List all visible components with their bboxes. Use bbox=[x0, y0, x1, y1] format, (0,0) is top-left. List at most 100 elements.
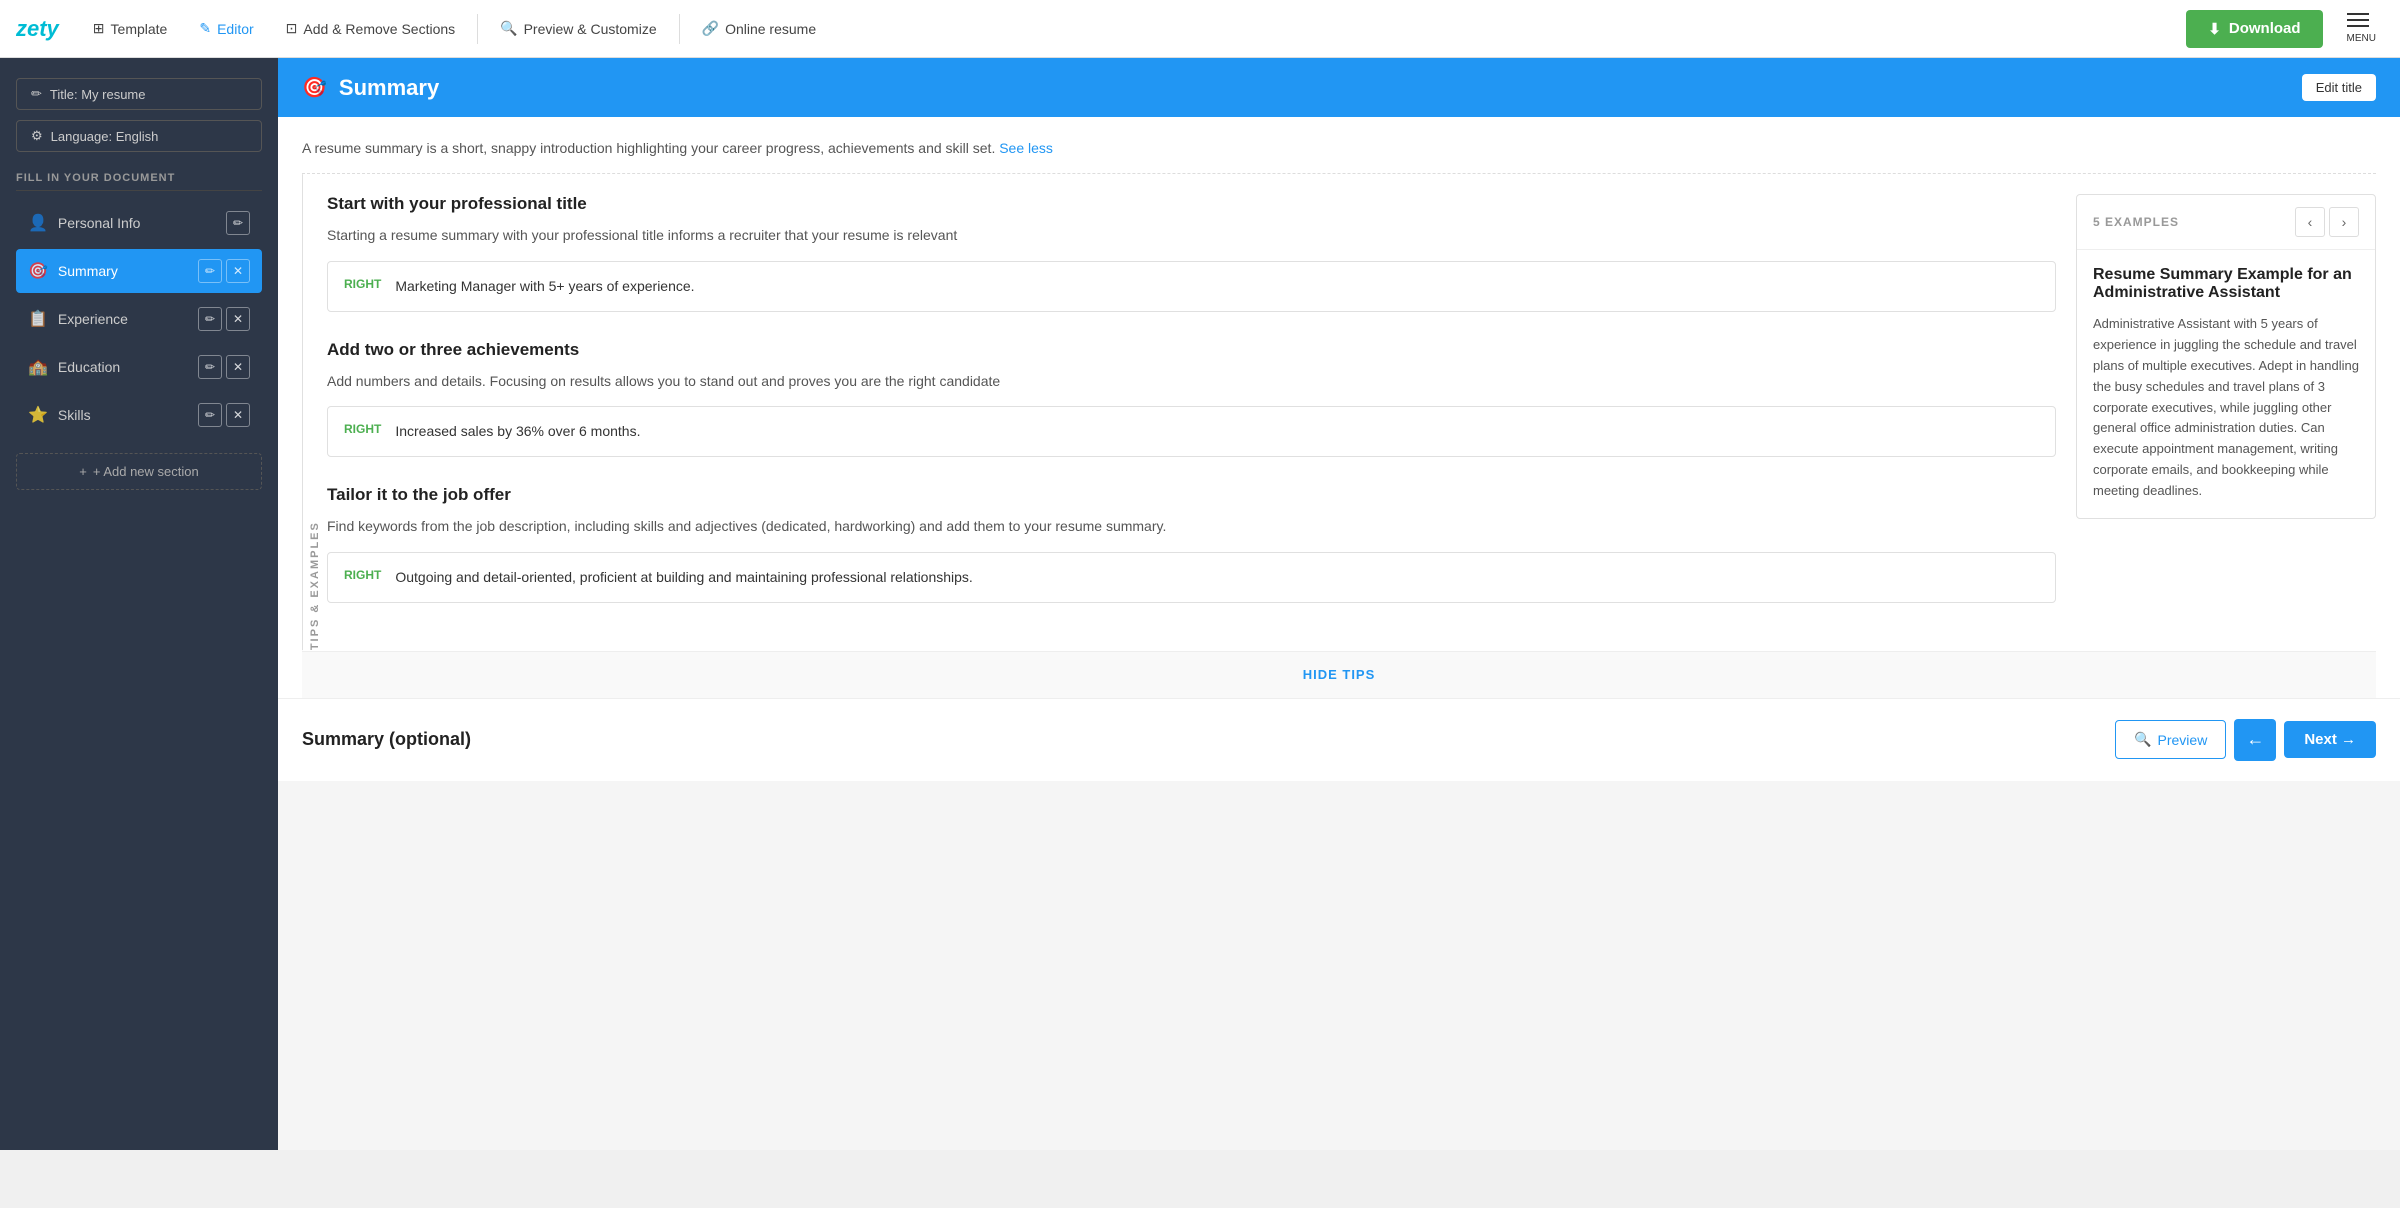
tip-1-example-box: RIGHT Marketing Manager with 5+ years of… bbox=[327, 261, 2056, 312]
examples-header: 5 EXAMPLES ‹ › bbox=[2077, 195, 2375, 250]
main-layout: ✏ Title: My resume ⚙ Language: English F… bbox=[0, 58, 2400, 1150]
tip-3-description: Find keywords from the job description, … bbox=[327, 515, 2056, 537]
skills-icon: ⭐ bbox=[28, 405, 48, 425]
back-button[interactable]: ← bbox=[2234, 719, 2276, 761]
experience-delete-btn[interactable]: ✕ bbox=[226, 307, 250, 331]
next-button[interactable]: Next → bbox=[2284, 721, 2376, 758]
examples-next-button[interactable]: › bbox=[2329, 207, 2359, 237]
section-title: Summary bbox=[339, 75, 2290, 101]
education-edit-btn[interactable]: ✏ bbox=[198, 355, 222, 379]
preview-label: Preview bbox=[2158, 732, 2208, 748]
education-actions: ✏ ✕ bbox=[198, 355, 250, 379]
tip-2-heading: Add two or three achievements bbox=[327, 340, 2056, 360]
skills-edit-btn[interactable]: ✏ bbox=[198, 403, 222, 427]
bottom-section: Summary (optional) 🔍 Preview ← Next → bbox=[278, 698, 2400, 781]
title-button-label: Title: My resume bbox=[50, 87, 146, 102]
examples-count: 5 EXAMPLES bbox=[2093, 215, 2179, 229]
experience-label: Experience bbox=[58, 311, 188, 327]
nav-template-label: Template bbox=[111, 21, 168, 37]
personal-info-icon: 👤 bbox=[28, 213, 48, 233]
examples-panel: 5 EXAMPLES ‹ › Resume Summary Example fo… bbox=[2076, 194, 2376, 518]
section-header-icon: 🎯 bbox=[302, 75, 327, 100]
content-area: 🎯 Summary Edit title A resume summary is… bbox=[278, 58, 2400, 1150]
tip-1-description: Starting a resume summary with your prof… bbox=[327, 224, 2056, 246]
sidebar-controls: ✏ Title: My resume ⚙ Language: English bbox=[16, 78, 262, 152]
add-remove-icon: ⊡ bbox=[286, 20, 298, 37]
back-arrow-icon: ← bbox=[2246, 729, 2264, 750]
preview-icon: 🔍 bbox=[500, 20, 517, 37]
summary-label: Summary bbox=[58, 263, 188, 279]
bottom-actions: 🔍 Preview ← Next → bbox=[2115, 719, 2376, 761]
nav-add-remove[interactable]: ⊡ Add & Remove Sections bbox=[272, 14, 469, 43]
tips-examples-label: TIPS & EXAMPLES bbox=[302, 174, 327, 650]
summary-actions: ✏ ✕ bbox=[198, 259, 250, 283]
experience-actions: ✏ ✕ bbox=[198, 307, 250, 331]
nav-preview-customize[interactable]: 🔍 Preview & Customize bbox=[486, 14, 670, 43]
title-pencil-icon: ✏ bbox=[31, 86, 42, 102]
nav-editor[interactable]: ✎ Editor bbox=[185, 14, 267, 43]
title-button[interactable]: ✏ Title: My resume bbox=[16, 78, 262, 110]
add-icon: + bbox=[79, 464, 87, 479]
examples-prev-button[interactable]: ‹ bbox=[2295, 207, 2325, 237]
personal-info-edit-btn[interactable]: ✏ bbox=[226, 211, 250, 235]
tip-1-example-text: Marketing Manager with 5+ years of exper… bbox=[395, 276, 694, 297]
section-optional-title: Summary (optional) bbox=[302, 729, 471, 750]
sidebar: ✏ Title: My resume ⚙ Language: English F… bbox=[0, 58, 278, 1150]
sidebar-item-skills[interactable]: ⭐ Skills ✏ ✕ bbox=[16, 393, 262, 437]
sidebar-item-summary[interactable]: 🎯 Summary ✏ ✕ bbox=[16, 249, 262, 293]
menu-label: MENU bbox=[2347, 33, 2376, 44]
menu-button[interactable]: MENU bbox=[2339, 5, 2384, 52]
example-text: Administrative Assistant with 5 years of… bbox=[2093, 314, 2359, 501]
personal-info-label: Personal Info bbox=[58, 215, 216, 231]
top-navigation: zety ⊞ Template ✎ Editor ⊡ Add & Remove … bbox=[0, 0, 2400, 58]
skills-delete-btn[interactable]: ✕ bbox=[226, 403, 250, 427]
example-title: Resume Summary Example for an Administra… bbox=[2093, 266, 2359, 302]
nav-preview-label: Preview & Customize bbox=[524, 21, 657, 37]
experience-edit-btn[interactable]: ✏ bbox=[198, 307, 222, 331]
link-icon: 🔗 bbox=[702, 20, 719, 37]
edit-title-button[interactable]: Edit title bbox=[2302, 74, 2376, 101]
education-label: Education bbox=[58, 359, 188, 375]
tip-block-1: Start with your professional title Start… bbox=[327, 194, 2056, 311]
next-label: Next → bbox=[2304, 731, 2356, 748]
education-icon: 🏫 bbox=[28, 357, 48, 377]
preview-search-icon: 🔍 bbox=[2134, 731, 2151, 748]
education-delete-btn[interactable]: ✕ bbox=[226, 355, 250, 379]
language-button[interactable]: ⚙ Language: English bbox=[16, 120, 262, 152]
download-icon: ⬇ bbox=[2208, 20, 2221, 38]
tip-2-example-box: RIGHT Increased sales by 36% over 6 mont… bbox=[327, 406, 2056, 457]
tip-block-3: Tailor it to the job offer Find keywords… bbox=[327, 485, 2056, 602]
nav-template[interactable]: ⊞ Template bbox=[79, 14, 182, 43]
add-section-label: + Add new section bbox=[93, 464, 199, 479]
download-button[interactable]: ⬇ Download bbox=[2186, 10, 2322, 48]
hide-tips-button[interactable]: HIDE TIPS bbox=[1303, 667, 1376, 682]
tip-3-badge: RIGHT bbox=[344, 567, 381, 582]
tips-sidebar: 5 EXAMPLES ‹ › Resume Summary Example fo… bbox=[2056, 174, 2376, 650]
nav-divider-2 bbox=[679, 14, 680, 44]
sidebar-item-experience[interactable]: 📋 Experience ✏ ✕ bbox=[16, 297, 262, 341]
tip-2-description: Add numbers and details. Focusing on res… bbox=[327, 370, 2056, 392]
tips-main: Start with your professional title Start… bbox=[327, 174, 2056, 650]
add-section-button[interactable]: + + Add new section bbox=[16, 453, 262, 490]
tip-block-2: Add two or three achievements Add number… bbox=[327, 340, 2056, 457]
skills-actions: ✏ ✕ bbox=[198, 403, 250, 427]
see-less-link[interactable]: See less bbox=[999, 140, 1053, 156]
fill-label: FILL IN YOUR DOCUMENT bbox=[16, 172, 262, 191]
nav-online-resume[interactable]: 🔗 Online resume bbox=[688, 14, 830, 43]
section-header: 🎯 Summary Edit title bbox=[278, 58, 2400, 117]
summary-edit-btn[interactable]: ✏ bbox=[198, 259, 222, 283]
skills-label: Skills bbox=[58, 407, 188, 423]
tips-examples-wrapper: TIPS & EXAMPLES Start with your professi… bbox=[302, 174, 2376, 650]
examples-content: Resume Summary Example for an Administra… bbox=[2077, 250, 2375, 517]
editor-icon: ✎ bbox=[199, 20, 211, 37]
sidebar-item-education[interactable]: 🏫 Education ✏ ✕ bbox=[16, 345, 262, 389]
summary-delete-btn[interactable]: ✕ bbox=[226, 259, 250, 283]
nav-divider bbox=[477, 14, 478, 44]
download-label: Download bbox=[2229, 20, 2301, 37]
intro-text: A resume summary is a short, snappy intr… bbox=[302, 117, 2376, 174]
preview-button[interactable]: 🔍 Preview bbox=[2115, 720, 2226, 759]
sidebar-item-personal-info[interactable]: 👤 Personal Info ✏ bbox=[16, 201, 262, 245]
language-button-label: Language: English bbox=[51, 129, 159, 144]
tip-3-example-box: RIGHT Outgoing and detail-oriented, prof… bbox=[327, 552, 2056, 603]
tip-2-badge: RIGHT bbox=[344, 421, 381, 436]
